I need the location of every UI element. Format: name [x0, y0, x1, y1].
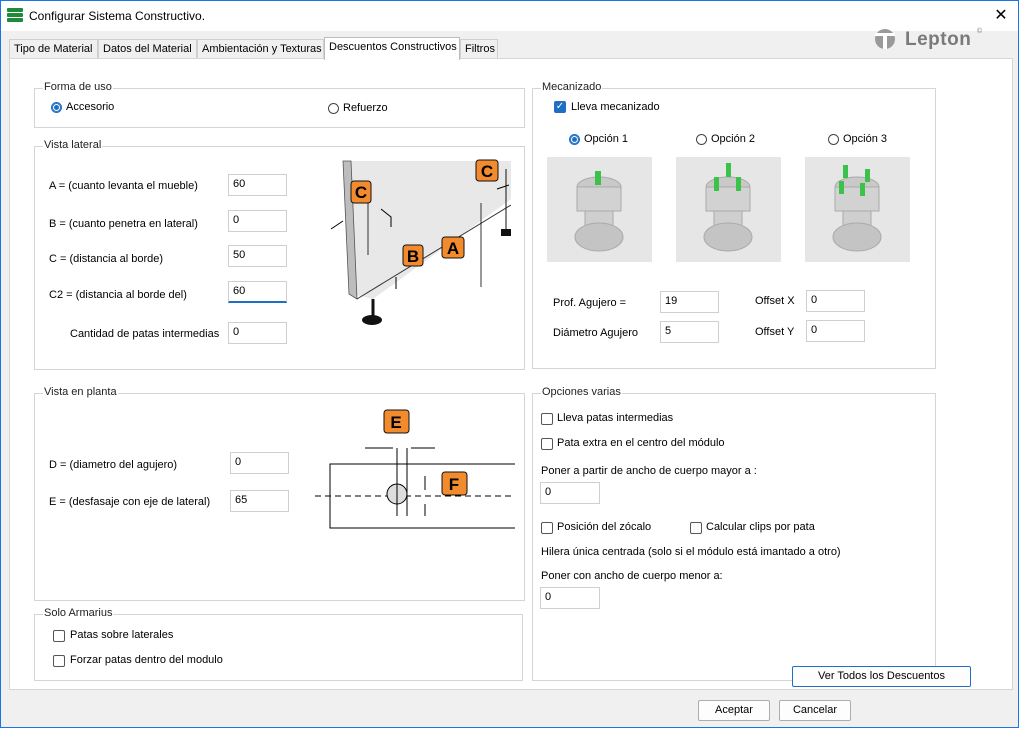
label-opcion-2[interactable]: Opción 2: [711, 133, 755, 145]
radio-accesorio-label[interactable]: Accesorio: [66, 101, 114, 113]
check-forzar-patas[interactable]: [53, 655, 65, 667]
label-b: B = (cuanto penetra en lateral): [49, 218, 198, 230]
legend-vista-en-planta: Vista en planta: [43, 386, 118, 398]
badge-b-text: B: [407, 247, 419, 266]
input-poner-menor[interactable]: 0: [540, 587, 600, 609]
tab-descuentos-constructivos[interactable]: Descuentos Constructivos: [324, 37, 460, 60]
check-posicion-zocalo[interactable]: [541, 522, 553, 534]
label-hilera-unica: Hilera única centrada (solo si el módulo…: [541, 546, 841, 558]
input-offset-y[interactable]: 0: [806, 320, 865, 342]
legend-vista-lateral: Vista lateral: [43, 139, 103, 151]
legend-mecanizado: Mecanizado: [541, 81, 603, 93]
input-c2[interactable]: 60: [228, 281, 287, 303]
input-b[interactable]: 0: [228, 210, 287, 232]
tab-datos-material[interactable]: Datos del Material: [98, 39, 197, 59]
check-pata-extra[interactable]: [541, 438, 553, 450]
label-forzar-patas[interactable]: Forzar patas dentro del modulo: [70, 654, 223, 666]
lepton-logo: Lepton ©: [867, 25, 987, 53]
radio-refuerzo-label[interactable]: Refuerzo: [343, 102, 388, 114]
badge-f-text: F: [449, 475, 459, 494]
legend-opciones-varias: Opciones varias: [541, 386, 622, 398]
label-e: E = (desfasaje con eje de lateral): [49, 496, 211, 508]
check-lleva-mecanizado[interactable]: ✓: [554, 101, 566, 113]
app-icon: [7, 8, 23, 22]
label-diametro-agujero: Diámetro Agujero: [553, 327, 638, 339]
tab-content-panel: Forma de uso Accesorio Refuerzo Vista la…: [9, 58, 1013, 690]
label-offset-x: Offset X: [755, 295, 795, 307]
cancelar-button[interactable]: Cancelar: [779, 700, 851, 721]
check-patas-sobre-laterales[interactable]: [53, 630, 65, 642]
label-a: A = (cuanto levanta el mueble): [49, 180, 198, 192]
plan-view-diagram: E F: [315, 409, 515, 529]
label-patas-sobre-laterales[interactable]: Patas sobre laterales: [70, 629, 173, 641]
label-patas-intermedias[interactable]: Lleva patas intermedias: [557, 412, 673, 424]
legend-forma-de-uso: Forma de uso: [43, 81, 113, 93]
label-c: C = (distancia al borde): [49, 253, 164, 265]
tab-tipo-material[interactable]: Tipo de Material: [9, 39, 98, 59]
input-a[interactable]: 60: [228, 174, 287, 196]
label-pata-extra[interactable]: Pata extra en el centro del módulo: [557, 437, 725, 449]
input-diametro-agujero[interactable]: 5: [660, 321, 719, 343]
radio-opcion-3[interactable]: [828, 134, 839, 145]
mecanizado-option-1-image[interactable]: [547, 157, 652, 262]
input-offset-x[interactable]: 0: [806, 290, 865, 312]
input-cantidad-patas[interactable]: 0: [228, 322, 287, 344]
tab-filtros[interactable]: Filtros: [460, 39, 498, 59]
label-d: D = (diametro del agujero): [49, 459, 178, 471]
ver-todos-descuentos-button[interactable]: Ver Todos los Descuentos: [792, 666, 971, 687]
group-vista-en-planta: Vista en planta D = (diametro del agujer…: [34, 386, 525, 601]
label-opcion-1[interactable]: Opción 1: [584, 133, 628, 145]
label-c2: C2 = (distancia al borde del): [49, 289, 187, 301]
radio-refuerzo[interactable]: [328, 103, 339, 114]
label-poner-mayor: Poner a partir de ancho de cuerpo mayor …: [541, 465, 757, 477]
check-patas-intermedias[interactable]: [541, 413, 553, 425]
input-c[interactable]: 50: [228, 245, 287, 267]
label-posicion-zocalo[interactable]: Posición del zócalo: [557, 521, 651, 533]
label-calcular-clips[interactable]: Calcular clips por pata: [706, 521, 815, 533]
radio-opcion-2[interactable]: [696, 134, 707, 145]
group-mecanizado: Mecanizado ✓ Lleva mecanizado Opción 1 O…: [532, 81, 936, 369]
label-prof-agujero: Prof. Agujero =: [553, 297, 627, 309]
badge-c-right-text: C: [481, 162, 493, 181]
label-cantidad-patas: Cantidad de patas intermedias: [70, 328, 220, 340]
group-solo-armarius: Solo Armarius Patas sobre laterales Forz…: [34, 607, 523, 681]
badge-e-text: E: [390, 413, 401, 432]
group-vista-lateral: Vista lateral A = (cuanto levanta el mue…: [34, 139, 525, 370]
window-title: Configurar Sistema Constructivo.: [29, 9, 206, 23]
side-view-diagram: C C B A: [330, 159, 511, 325]
radio-accesorio[interactable]: [51, 102, 62, 113]
aceptar-button[interactable]: Aceptar: [698, 700, 770, 721]
badge-a-text: A: [447, 239, 459, 258]
radio-opcion-1[interactable]: [569, 134, 580, 145]
input-e[interactable]: 65: [230, 490, 289, 512]
label-poner-menor: Poner con ancho de cuerpo menor a:: [541, 570, 723, 582]
lepton-logo-icon: [875, 29, 895, 49]
tab-ambientacion[interactable]: Ambientación y Texturas: [197, 39, 324, 59]
logo-copyright: ©: [977, 28, 983, 35]
input-poner-mayor[interactable]: 0: [540, 482, 600, 504]
input-prof-agujero[interactable]: 19: [660, 291, 719, 313]
group-forma-de-uso: Forma de uso Accesorio Refuerzo: [34, 81, 525, 128]
group-opciones-varias: Opciones varias Lleva patas intermedias …: [532, 386, 936, 681]
close-icon[interactable]: ✕: [992, 5, 1010, 25]
mecanizado-option-2-image[interactable]: [676, 157, 781, 262]
label-offset-y: Offset Y: [755, 326, 795, 338]
label-lleva-mecanizado[interactable]: Lleva mecanizado: [571, 101, 660, 113]
legend-solo-armarius: Solo Armarius: [43, 607, 114, 619]
label-opcion-3[interactable]: Opción 3: [843, 133, 887, 145]
mecanizado-option-3-image[interactable]: [805, 157, 910, 262]
input-d[interactable]: 0: [230, 452, 289, 474]
dialog-window: Configurar Sistema Constructivo. ✕ Tipo …: [0, 0, 1019, 728]
title-bar[interactable]: Configurar Sistema Constructivo. ✕: [1, 1, 1018, 31]
check-calcular-clips[interactable]: [690, 522, 702, 534]
lepton-logo-text: Lepton: [905, 29, 972, 50]
badge-c-left-text: C: [355, 183, 367, 202]
